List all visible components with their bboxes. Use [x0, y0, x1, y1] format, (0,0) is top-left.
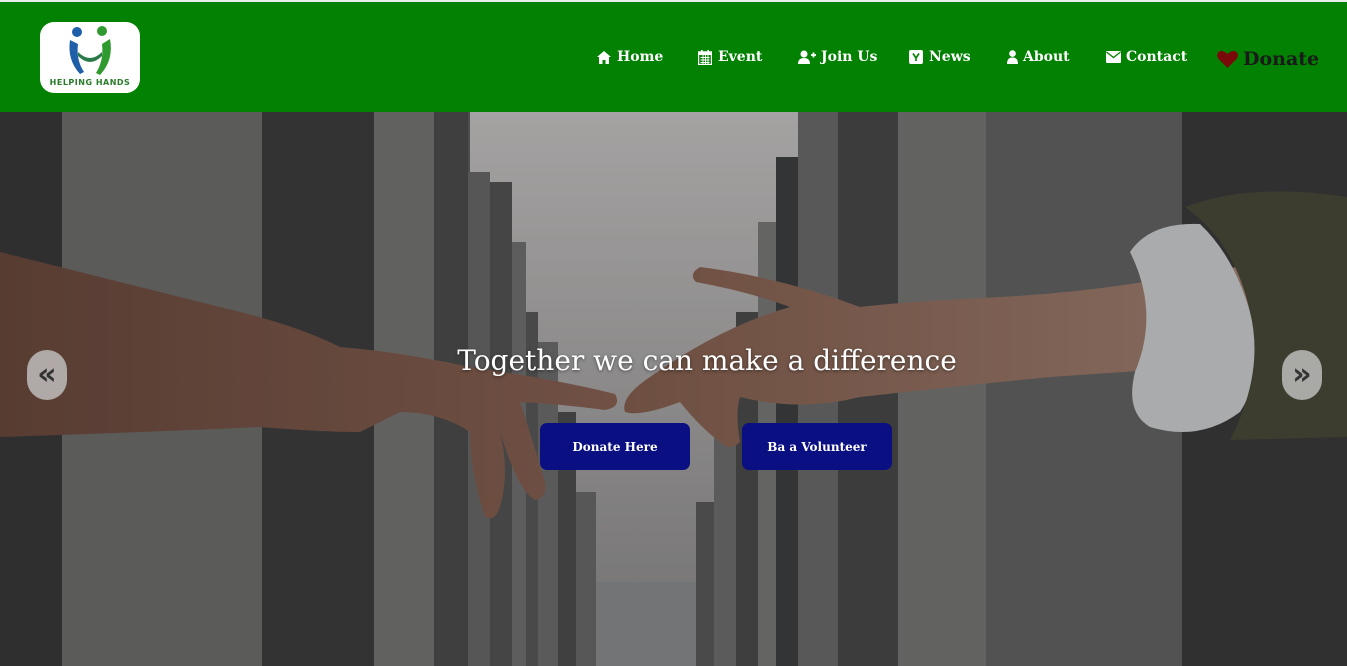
heart-icon: [1217, 49, 1239, 69]
news-icon: [908, 49, 924, 65]
nav-contact-label: Contact: [1126, 49, 1188, 65]
nav-event[interactable]: Event: [697, 46, 762, 68]
logo-text: HELPING HANDS: [49, 78, 131, 87]
home-icon: [596, 49, 612, 65]
logo[interactable]: HELPING HANDS: [40, 22, 140, 93]
nav-donate-label: Donate: [1243, 48, 1320, 70]
envelope-icon: [1105, 49, 1121, 65]
nav-event-label: Event: [718, 49, 763, 65]
volunteer-button[interactable]: Ba a Volunteer: [742, 423, 892, 470]
chevron-double-left-icon: «: [37, 357, 57, 392]
hero-title: Together we can make a difference: [457, 344, 957, 377]
nav-home-label: Home: [617, 49, 664, 65]
nav-contact[interactable]: Contact: [1105, 46, 1187, 68]
nav-about[interactable]: About: [1006, 46, 1070, 68]
hero-carousel: Together we can make a difference Donate…: [0, 112, 1347, 666]
carousel-prev-button[interactable]: «: [27, 350, 67, 400]
nav-home[interactable]: Home: [596, 46, 663, 68]
user-plus-icon: [797, 49, 816, 65]
nav-join-us[interactable]: Join Us: [797, 46, 877, 68]
nav-news[interactable]: News: [908, 46, 971, 68]
calendar-icon: [697, 49, 713, 65]
nav-news-label: News: [929, 49, 971, 65]
nav-join-us-label: Join Us: [821, 49, 878, 65]
carousel-next-button[interactable]: »: [1282, 350, 1322, 400]
nav-donate[interactable]: Donate: [1217, 45, 1319, 73]
chevron-double-right-icon: »: [1292, 357, 1312, 392]
user-icon: [1006, 49, 1018, 65]
donate-here-button[interactable]: Donate Here: [540, 423, 690, 470]
navbar: HELPING HANDS Home Event Join Us News Ab…: [0, 2, 1347, 112]
nav-about-label: About: [1023, 49, 1070, 65]
hero-background-image: [0, 112, 1347, 666]
